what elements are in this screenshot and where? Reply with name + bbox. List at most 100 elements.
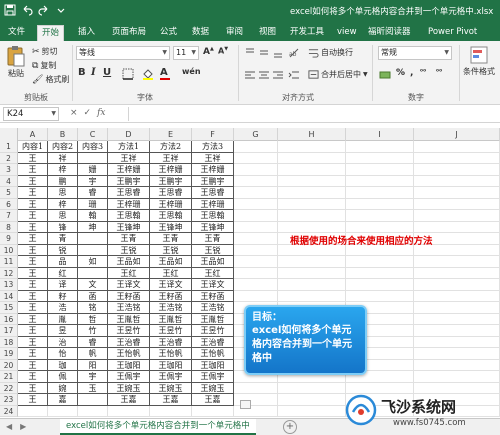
cell-b6[interactable]: 梓 — [48, 198, 78, 210]
percent-button[interactable]: % — [396, 68, 405, 78]
underline-button[interactable]: U — [103, 67, 111, 78]
cell-a16[interactable]: 王 — [18, 313, 48, 325]
row-header-2[interactable]: 2 — [0, 152, 18, 164]
tab-home[interactable]: 开始 — [37, 25, 65, 41]
row-header-10[interactable]: 10 — [0, 244, 18, 256]
customize-qat-icon[interactable] — [55, 4, 67, 16]
cell-c16[interactable]: 哲 — [78, 313, 108, 325]
cell-c2[interactable] — [78, 152, 108, 164]
cell-d3[interactable]: 王梓姗 — [108, 164, 150, 176]
cell-e15[interactable]: 王浩铭 — [150, 302, 192, 314]
cell-c5[interactable]: 睿 — [78, 187, 108, 199]
cell-c14[interactable]: 菡 — [78, 290, 108, 302]
row-header-24[interactable]: 24 — [0, 405, 18, 417]
cell-c19[interactable]: 帆 — [78, 348, 108, 360]
cell-d17[interactable]: 王昱竹 — [108, 325, 150, 337]
cell-c12[interactable] — [78, 267, 108, 279]
cell-a22[interactable]: 王 — [18, 382, 48, 394]
copy-button[interactable]: ⧉ 复制 — [32, 60, 56, 71]
cell-j8[interactable] — [414, 221, 500, 233]
cell-d1[interactable]: 方法1 — [108, 141, 150, 153]
cell-d18[interactable]: 王治睿 — [108, 336, 150, 348]
cell-b10[interactable]: 锐 — [48, 244, 78, 256]
cell-d5[interactable]: 王思睿 — [108, 187, 150, 199]
row-header-17[interactable]: 17 — [0, 325, 18, 337]
cell-f20[interactable]: 王珈阳 — [192, 359, 234, 371]
cell-c9[interactable] — [78, 233, 108, 245]
cell-e13[interactable]: 王译文 — [150, 279, 192, 291]
fill-color-icon[interactable] — [142, 68, 154, 80]
cell-h13[interactable] — [278, 279, 346, 291]
cell-a15[interactable]: 王 — [18, 302, 48, 314]
cell-d2[interactable]: 王祥 — [108, 152, 150, 164]
merge-center-button[interactable]: 合并后居中 ▼ — [308, 69, 368, 80]
cell-e7[interactable]: 王思翰 — [150, 210, 192, 222]
cell-f13[interactable]: 王译文 — [192, 279, 234, 291]
cell-a3[interactable]: 王 — [18, 164, 48, 176]
cell-e6[interactable]: 王梓珊 — [150, 198, 192, 210]
row-header-14[interactable]: 14 — [0, 290, 18, 302]
cell-i4[interactable] — [346, 175, 414, 187]
cell-e23[interactable]: 王嘉 — [150, 394, 192, 406]
conditional-format-button[interactable]: 条件格式 — [463, 45, 495, 77]
cell-h11[interactable] — [278, 256, 346, 268]
cell-j17[interactable] — [414, 325, 500, 337]
cell-j12[interactable] — [414, 267, 500, 279]
cell-h1[interactable] — [278, 141, 346, 153]
cell-f7[interactable]: 王思翰 — [192, 210, 234, 222]
align-center-icon[interactable] — [258, 69, 270, 81]
cell-c13[interactable]: 文 — [78, 279, 108, 291]
cell-j21[interactable] — [414, 371, 500, 383]
tab-power-pivot[interactable]: Power Pivot — [424, 25, 481, 41]
row-header-15[interactable]: 15 — [0, 302, 18, 314]
cell-f19[interactable]: 王怡帆 — [192, 348, 234, 360]
cell-d12[interactable]: 王红 — [108, 267, 150, 279]
cell-a2[interactable]: 王 — [18, 152, 48, 164]
column-header-j[interactable]: J — [414, 128, 500, 141]
cell-e17[interactable]: 王昱竹 — [150, 325, 192, 337]
sheet-tab-active[interactable]: excel如何将多个单元格内容合并到一个单元格中 — [60, 419, 256, 435]
cell-b22[interactable]: 婉 — [48, 382, 78, 394]
align-top-icon[interactable] — [244, 47, 256, 59]
tab-page-layout[interactable]: 页面布局 — [108, 25, 150, 41]
tab-review[interactable]: 审阅 — [222, 25, 247, 41]
cell-i13[interactable] — [346, 279, 414, 291]
cell-c4[interactable]: 宇 — [78, 175, 108, 187]
cell-h3[interactable] — [278, 164, 346, 176]
row-header-4[interactable]: 4 — [0, 175, 18, 187]
cell-a19[interactable]: 王 — [18, 348, 48, 360]
row-header-7[interactable]: 7 — [0, 210, 18, 222]
format-painter-button[interactable]: 🖌 格式刷 — [32, 74, 69, 85]
sheet-prev-icon[interactable]: ◀ — [6, 422, 12, 431]
cell-f3[interactable]: 王梓姗 — [192, 164, 234, 176]
cell-f21[interactable]: 王佩宇 — [192, 371, 234, 383]
cell-d22[interactable]: 王婉玉 — [108, 382, 150, 394]
wrap-text-button[interactable]: 自动换行 — [308, 47, 353, 58]
tab-insert[interactable]: 插入 — [74, 25, 99, 41]
font-color-button[interactable]: A — [160, 67, 170, 80]
cell-b1[interactable]: 内容2 — [48, 141, 78, 153]
cell-f6[interactable]: 王梓珊 — [192, 198, 234, 210]
cell-b11[interactable]: 品 — [48, 256, 78, 268]
cell-e24[interactable] — [150, 405, 192, 417]
cell-b23[interactable]: 嘉 — [48, 394, 78, 406]
cell-i8[interactable] — [346, 221, 414, 233]
cell-b13[interactable]: 译 — [48, 279, 78, 291]
cell-i7[interactable] — [346, 210, 414, 222]
row-header-5[interactable]: 5 — [0, 187, 18, 199]
align-left-icon[interactable] — [244, 69, 256, 81]
cell-h8[interactable] — [278, 221, 346, 233]
row-header-11[interactable]: 11 — [0, 256, 18, 268]
cell-f24[interactable] — [192, 405, 234, 417]
number-format-combo[interactable]: 常规 ▼ — [378, 46, 452, 60]
cell-g14[interactable] — [234, 290, 278, 302]
cell-c17[interactable]: 竹 — [78, 325, 108, 337]
column-header-a[interactable]: A — [18, 128, 48, 141]
cell-h7[interactable] — [278, 210, 346, 222]
cell-b9[interactable]: 青 — [48, 233, 78, 245]
cell-f14[interactable]: 王籽菡 — [192, 290, 234, 302]
cell-c18[interactable]: 睿 — [78, 336, 108, 348]
formula-input[interactable] — [128, 107, 498, 121]
cell-h4[interactable] — [278, 175, 346, 187]
cell-a7[interactable]: 王 — [18, 210, 48, 222]
